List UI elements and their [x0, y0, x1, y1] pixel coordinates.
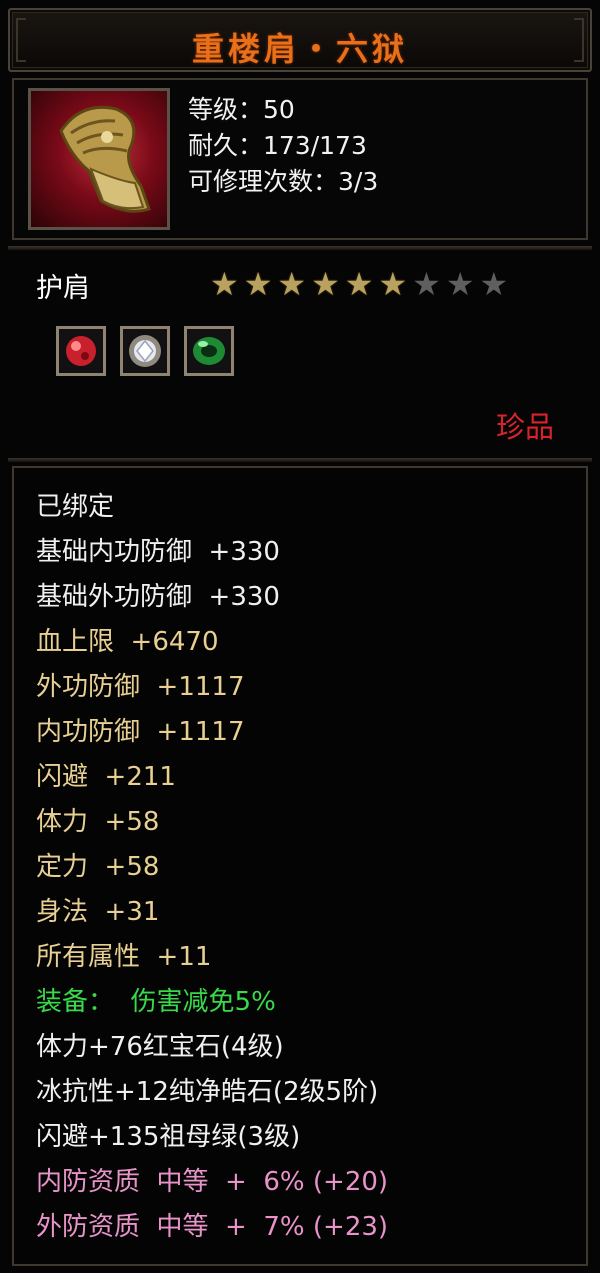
stat-line: 体力 +58 [36, 807, 160, 837]
stat-line: 闪避+135祖母绿(3级) [36, 1122, 301, 1152]
item-header-panel: 等级：50 耐久：173/173 可修理次数：3/3 [12, 78, 588, 240]
star-rating: ★ ★ ★ ★ ★ ★ ★ ★ ★ [210, 266, 508, 302]
diamond-gem-icon[interactable] [120, 326, 170, 376]
divider [8, 246, 592, 250]
repair-count-text: 可修理次数：3/3 [188, 167, 379, 196]
shoulder-armor-icon [28, 88, 170, 230]
emerald-gem-icon[interactable] [184, 326, 234, 376]
rarity-label: 珍品 [495, 410, 554, 444]
star-filled-icon: ★ [210, 265, 239, 303]
stat-line: 所有属性 +11 [36, 942, 212, 972]
title-bar: 重楼肩・六狱 [8, 8, 592, 72]
stat-line: 已绑定 [36, 492, 115, 522]
gem-slots [56, 326, 234, 376]
item-type: 护肩 [36, 273, 90, 304]
stat-line: 闪避 +211 [36, 762, 176, 792]
star-filled-icon: ★ [378, 265, 408, 303]
stat-line: 外功防御 +1117 [36, 672, 245, 702]
star-filled-icon: ★ [311, 265, 340, 303]
stat-line: 定力 +58 [36, 852, 160, 882]
item-tooltip: 重楼肩・六狱 等级：50 耐久：173/173 可修理次数：3/3 护肩 ★ ★ ★… [0, 0, 600, 1273]
star-empty-icon: ★ [479, 265, 509, 303]
star-empty-icon: ★ [445, 265, 475, 303]
stat-line: 装备： 伤害减免5% [36, 987, 276, 1017]
stat-line: 血上限 +6470 [36, 627, 219, 657]
stat-line: 冰抗性+12纯净皓石(2级5阶) [36, 1077, 379, 1107]
stat-line: 外防资质 中等 + 7% (+23) [36, 1212, 389, 1242]
stat-line: 基础内功防御 +330 [36, 537, 280, 567]
ruby-gem-icon[interactable] [56, 326, 106, 376]
stat-line: 内功防御 +1117 [36, 717, 245, 747]
star-filled-icon: ★ [243, 265, 273, 303]
stats-panel: 已绑定基础内功防御 +330 基础外功防御 +330 血上限 +6470 外功防御 +… [12, 466, 588, 1266]
level-text: 等级：50 [188, 95, 295, 124]
durability-text: 耐久：173/173 [188, 131, 367, 160]
star-empty-icon: ★ [412, 265, 441, 303]
item-name: 重楼肩・六狱 [191, 30, 408, 68]
stat-line: 体力+76红宝石(4级) [36, 1032, 284, 1062]
stat-line: 内防资质 中等 + 6% (+20) [36, 1167, 389, 1197]
star-filled-icon: ★ [344, 265, 374, 303]
divider [8, 458, 592, 462]
star-filled-icon: ★ [277, 265, 307, 303]
stat-line: 基础外功防御 +330 [36, 582, 280, 612]
stat-line: 身法 +31 [36, 897, 160, 927]
